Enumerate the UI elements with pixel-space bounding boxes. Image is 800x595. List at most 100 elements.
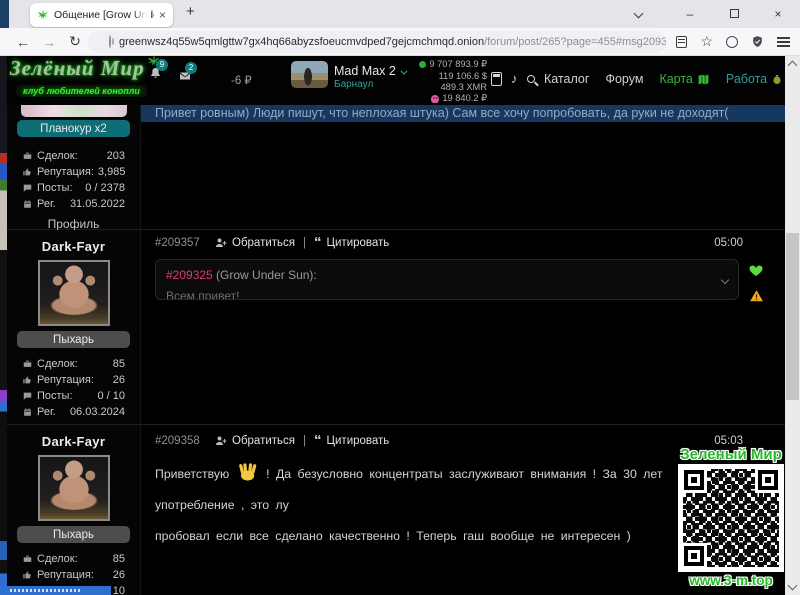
stat-reputation: Репутация:26 [22,374,125,386]
nav-forum[interactable]: Форум [605,72,643,86]
post-text-line2: пробовал если все сделано качественно ! … [155,529,631,543]
user-stats: Сделок:203 Репутация:3,985 Посты:0 / 237… [7,150,140,210]
reader-mode-icon[interactable] [676,36,687,48]
post-text: Приветствую ! Да безусловно [155,459,725,552]
user-avatar[interactable] [291,61,328,88]
browser-tab[interactable]: Общение [Grow Under Sun] - З × [30,3,173,27]
scrollbar-up-arrow[interactable] [788,61,798,71]
scrollbar-thumb[interactable] [786,233,799,400]
qr-code [678,464,784,572]
user-rank-badge: Планокур х2 [17,120,130,137]
shield-icon[interactable] [726,36,738,48]
tab-close-icon[interactable]: × [159,10,166,20]
stat-value: 85 [113,553,125,565]
comment-icon [22,183,33,193]
stat-label: Репутация: [37,166,94,178]
reload-button[interactable]: ↻ [62,33,88,50]
post2-body: #209357 Обратиться | “Цитировать 05:00 #… [140,230,785,424]
separator: | [303,435,306,447]
balance-usd: 119 106.6 $ [439,71,487,81]
quote-ref-link[interactable]: #209325 [166,268,213,282]
nav-map[interactable]: Карта [659,72,709,86]
quote-text: Всем привет! [166,289,712,300]
avatar[interactable] [38,455,110,521]
reply-button[interactable]: Обратиться [215,237,295,249]
balance-rub-row: 9 707 893.9 ₽ [419,59,487,70]
quote-label: Цитировать [327,237,390,249]
balance-usd-row: 119 106.6 $ [439,71,487,81]
user-name[interactable]: Dark-Fayr [7,434,140,449]
nav-catalog[interactable]: Каталог [544,72,589,86]
reply-button[interactable]: Обратиться [215,435,295,447]
profile-link[interactable]: Профиль [7,217,140,231]
quoted-message[interactable]: #209325 (Grow Under Sun): Всем привет! [155,259,739,300]
qr-finder-top-left [684,470,704,490]
quote-button[interactable]: “Цитировать [314,237,389,249]
tab-list-chevron-icon[interactable] [634,9,644,19]
balance-rub: 9 707 893.9 ₽ [429,59,487,70]
quote-label: Цитировать [327,435,390,447]
avatar[interactable] [38,260,110,326]
quote-icon: “ [314,437,322,445]
bookmark-star-icon[interactable]: ☆ [700,33,713,50]
stat-value: 06.03.2024 [70,406,125,418]
wallet-balances[interactable]: 9 707 893.9 ₽ 119 106.6 $ 489.3 XMR 19 8… [411,59,487,104]
post3-user-sidebar: Dark-Fayr Пыхарь Сделок:85 Репутация:26 … [7,425,140,595]
thumbs-up-icon [22,570,33,580]
user-city: Барнаул [334,79,373,90]
qr-watermark-title: Зеленый Мир [671,446,791,463]
forward-button[interactable]: → [36,34,62,50]
like-heart-icon[interactable] [748,263,764,278]
qr-watermark: Зеленый Мир www.3-m.top [671,446,791,588]
maximize-button[interactable] [712,7,756,21]
user-name-menu[interactable]: Mad Max 2 [334,64,405,78]
minimize-button[interactable]: – [668,7,712,21]
user-name[interactable]: Dark-Fayr [7,239,140,254]
shield-check-icon[interactable] [751,35,764,48]
post-time: 05:00 [714,237,743,249]
person-add-icon [215,435,227,447]
stat-value: 26 [113,374,125,386]
qr-finder-top-right [758,470,778,490]
stat-deals: Сделок:85 [22,553,125,565]
header-tool-icons: ♪ [491,71,535,86]
back-button[interactable]: ← [10,34,36,50]
search-icon[interactable] [527,75,535,83]
notifications-button[interactable]: 9 [148,66,163,86]
active-balance-icon [419,61,426,68]
messages-button[interactable]: 2 [177,69,193,87]
nav-work[interactable]: Работа [726,72,783,86]
report-warning-icon[interactable] [749,289,764,303]
user-menu-chevron-icon [400,68,407,75]
menu-hamburger-icon[interactable] [777,41,790,43]
quote-button[interactable]: “ Цитировать [314,435,389,447]
close-button[interactable]: × [756,7,800,21]
user-rank-badge: Пыхарь [17,331,130,348]
stat-label: Рег. [37,198,56,210]
avatar[interactable] [21,105,127,117]
music-icon[interactable]: ♪ [511,71,518,86]
calculator-icon[interactable] [491,72,502,86]
quote-expand-chevron-icon[interactable] [721,276,729,284]
balance-frozen-row: 19 840.2 ₽ [431,93,487,104]
page-content: Зелёный Мир клуб любителей конопли 9 2 -… [7,56,785,595]
nav-work-label: Работа [726,72,767,86]
stat-value: 0 / 2378 [85,182,125,194]
onion-site-icon[interactable] [109,35,111,48]
thumbs-up-icon [22,375,33,385]
site-logo[interactable]: Зелёный Мир клуб любителей конопли [10,56,147,99]
new-tab-button[interactable]: + [186,3,195,20]
url-bar[interactable]: greenwsz4q55w5qmlgttw7gx4hq66abyzsfoeucm… [88,31,666,53]
briefcase-icon [22,359,33,369]
post-list: Планокур х2 Сделок:203 Репутация:3,985 П… [7,105,785,595]
stat-value: 26 [113,569,125,581]
stat-label: Сделок: [37,358,78,370]
quote-author: (Grow Under Sun): [213,268,317,282]
reply-label: Обратиться [232,237,295,249]
post-209357: Dark-Fayr Пыхарь Сделок:85 Репутация:26 … [7,229,785,424]
briefcase-icon [22,554,33,564]
post1-body: Привет ровным) Люди пишут, что неплохая … [140,105,785,229]
stat-deals: Сделок:203 [22,150,125,162]
vulcan-salute-emoji [238,463,258,481]
logo-subtitle: клуб любителей конопли [16,85,147,97]
